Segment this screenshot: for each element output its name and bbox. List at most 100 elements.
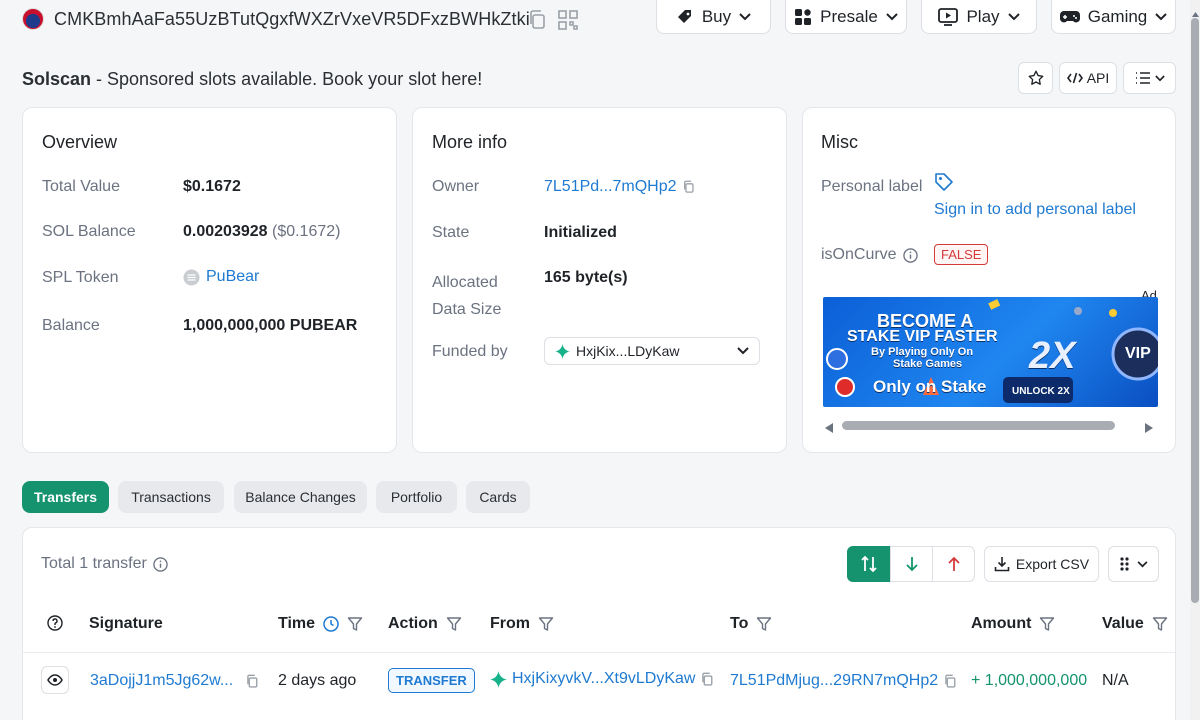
sign-in-link[interactable]: Sign in to add personal label	[934, 201, 1136, 219]
favorite-button[interactable]	[1018, 62, 1053, 94]
funded-by-label: Funded by	[432, 343, 508, 360]
overview-title: Overview	[42, 132, 118, 152]
copy-icon[interactable]	[527, 9, 547, 31]
filter-icon[interactable]	[1152, 616, 1168, 632]
funded-by-value: HxjKix...LDyKaw	[576, 343, 680, 359]
misc-title: Misc	[821, 132, 858, 152]
nav-play-label: Play	[966, 6, 1000, 26]
nav-gaming-button[interactable]: Gaming	[1051, 0, 1176, 34]
chevron-down-icon	[1154, 74, 1165, 81]
signature-link[interactable]: 3aDojjJ1m5Jg62w...	[90, 672, 233, 690]
tag-icon	[677, 9, 691, 23]
clock-icon[interactable]	[323, 616, 339, 632]
api-button[interactable]: API	[1059, 62, 1117, 94]
row-from: HxjKixyvkV...Xt9vLDyKaw	[490, 670, 714, 688]
filter-icon[interactable]	[446, 616, 462, 632]
to-link[interactable]: 7L51PdMjug...29RN7mQHp2	[730, 672, 938, 690]
tab-balance-changes[interactable]: Balance Changes	[234, 481, 367, 513]
filter-all-button[interactable]	[847, 546, 891, 582]
star-icon	[1028, 70, 1043, 85]
owner-link[interactable]: 7L51Pd...7mQHp2	[544, 178, 677, 196]
state-value: Initialized	[544, 224, 617, 241]
oncurve-label-text: isOnCurve	[821, 246, 897, 263]
tab-cards[interactable]: Cards	[466, 481, 530, 513]
ad-line4: Stake Games	[893, 358, 963, 370]
filter-icon[interactable]	[1039, 616, 1055, 632]
filter-in-button[interactable]	[890, 546, 933, 582]
chevron-down-icon	[886, 12, 898, 20]
nav-buy-label: Buy	[701, 6, 732, 26]
info-icon[interactable]	[153, 556, 168, 572]
token-icon	[183, 269, 200, 285]
ad-banner[interactable]: BECOME A STAKE VIP FASTER By Playing Onl…	[823, 297, 1158, 407]
ad-cta: UNLOCK 2X	[1012, 386, 1070, 397]
from-link[interactable]: HxjKixyvkV...Xt9vLDyKaw	[512, 670, 695, 688]
balance-label: Balance	[42, 317, 100, 334]
tab-transfers[interactable]: Transfers	[22, 481, 109, 513]
copy-icon[interactable]	[943, 674, 957, 689]
total-transfers-text: Total 1 transfer	[41, 555, 147, 572]
total-transfers: Total 1 transfer	[41, 555, 168, 573]
sponsor-banner[interactable]: Solscan - Sponsored slots available. Boo…	[22, 69, 482, 90]
copy-icon[interactable]	[700, 672, 714, 687]
column-action[interactable]: Action	[388, 615, 462, 633]
ad-line5: Only on Stake	[873, 377, 987, 396]
column-amount-label: Amount	[971, 615, 1032, 632]
overview-card: Overview Total Value $0.1672 SOL Balance…	[22, 107, 397, 453]
ad-scroll-right-arrow[interactable]	[1144, 420, 1153, 438]
copy-icon[interactable]	[682, 180, 695, 194]
swap-vertical-icon	[861, 555, 877, 573]
column-to[interactable]: To	[730, 615, 772, 633]
column-value[interactable]: Value	[1102, 615, 1168, 633]
copy-icon[interactable]	[245, 674, 259, 689]
chevron-down-icon	[1155, 12, 1167, 20]
row-amount: + 1,000,000,000	[971, 672, 1088, 689]
question-icon	[47, 615, 63, 631]
column-from[interactable]: From	[490, 615, 554, 633]
tab-transactions[interactable]: Transactions	[118, 481, 224, 513]
column-from-label: From	[490, 615, 530, 632]
nav-buy-button[interactable]: Buy	[656, 0, 771, 34]
page-scrollbar-thumb[interactable]	[1191, 18, 1199, 603]
spl-token-link[interactable]: PuBear	[183, 268, 259, 286]
grid-icon	[795, 8, 812, 25]
gamepad-icon	[1059, 10, 1080, 22]
filter-icon[interactable]	[756, 616, 772, 632]
column-amount[interactable]: Amount	[971, 615, 1055, 633]
info-icon[interactable]	[902, 247, 918, 263]
total-value-label: Total Value	[42, 178, 120, 195]
qr-code-icon[interactable]	[557, 9, 579, 31]
row-value: N/A	[1102, 672, 1129, 689]
view-details-button[interactable]	[41, 666, 69, 694]
api-label: API	[1086, 70, 1110, 86]
funded-by-select[interactable]: HxjKix...LDyKaw	[544, 337, 760, 365]
tab-portfolio[interactable]: Portfolio	[376, 481, 457, 513]
nav-gaming-label: Gaming	[1087, 6, 1148, 26]
owner-label: Owner	[432, 178, 480, 195]
tag-icon	[934, 172, 954, 197]
export-csv-button[interactable]: Export CSV	[984, 546, 1099, 582]
ad-scroll-left-arrow[interactable]	[825, 420, 834, 438]
spl-token-name: PuBear	[206, 268, 260, 285]
list-icon	[1135, 72, 1150, 84]
ad-scrollbar-thumb[interactable]	[842, 421, 1115, 430]
token-balance: 1,000,000,000 PUBEAR	[183, 317, 358, 334]
nav-play-button[interactable]: Play	[921, 0, 1037, 34]
help-column-icon[interactable]	[47, 615, 63, 631]
column-value-label: Value	[1102, 615, 1144, 632]
chevron-down-icon	[739, 12, 751, 20]
sol-balance-label: SOL Balance	[42, 223, 136, 240]
chevron-down-icon	[1137, 560, 1147, 567]
menu-button[interactable]	[1123, 62, 1176, 94]
nav-presale-button[interactable]: Presale	[785, 0, 907, 34]
filter-icon[interactable]	[347, 616, 363, 632]
owner-field: 7L51Pd...7mQHp2	[544, 178, 695, 196]
account-address: CMKBmhAaFa55UzBTutQgxfWXZrVxeVR5DFxzBWHk…	[54, 9, 530, 29]
columns-menu-button[interactable]	[1108, 546, 1159, 582]
filter-icon[interactable]	[538, 616, 554, 632]
filter-out-button[interactable]	[932, 546, 975, 582]
row-to: 7L51PdMjug...29RN7mQHp2	[730, 672, 957, 690]
column-time[interactable]: Time	[278, 615, 363, 633]
sparkle-icon	[490, 670, 507, 688]
sol-balance: 0.00203928 ($0.1672)	[183, 223, 340, 241]
